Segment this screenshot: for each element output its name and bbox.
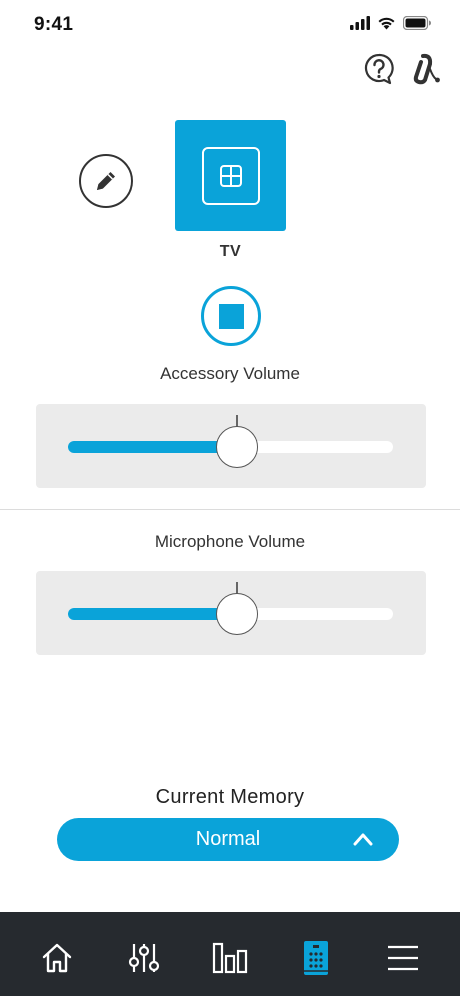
microphone-volume-fill bbox=[68, 608, 237, 620]
help-button[interactable] bbox=[362, 52, 396, 86]
program-tile-frame bbox=[201, 146, 260, 205]
microphone-volume-panel bbox=[36, 571, 426, 655]
section-divider bbox=[0, 509, 460, 510]
pencil-icon bbox=[97, 172, 115, 190]
program-name: TV bbox=[219, 243, 242, 260]
tab-home[interactable] bbox=[33, 934, 81, 982]
current-memory-title: Current Memory bbox=[155, 786, 305, 808]
accessory-volume-fill bbox=[68, 441, 237, 453]
tab-statistics[interactable] bbox=[206, 934, 254, 982]
wifi-icon bbox=[378, 17, 395, 30]
microphone-volume-thumb[interactable] bbox=[216, 593, 258, 635]
help-icon bbox=[364, 53, 394, 85]
statistics-icon bbox=[212, 942, 248, 974]
battery-icon bbox=[403, 16, 431, 30]
bottom-tab-bar bbox=[0, 912, 460, 996]
menu-icon bbox=[387, 945, 418, 971]
stop-icon bbox=[218, 303, 244, 329]
hearing-aid-icon bbox=[413, 53, 440, 85]
status-bar: 9:41 bbox=[0, 0, 460, 50]
tab-menu[interactable] bbox=[379, 934, 427, 982]
memory-selected-value: Normal bbox=[195, 828, 261, 850]
program-tile[interactable] bbox=[175, 120, 286, 231]
cellular-signal-icon bbox=[350, 16, 370, 30]
status-icons bbox=[350, 16, 432, 30]
stop-streaming-button[interactable] bbox=[201, 286, 261, 346]
memory-selector[interactable]: Normal bbox=[57, 818, 399, 861]
edit-program-button[interactable] bbox=[79, 154, 133, 208]
accessory-volume-label: Accessory Volume bbox=[160, 364, 300, 383]
header-actions bbox=[362, 52, 444, 86]
remote-icon bbox=[304, 941, 329, 975]
microphone-volume-label: Microphone Volume bbox=[154, 532, 306, 551]
accessory-volume-thumb[interactable] bbox=[216, 426, 258, 468]
status-time: 9:41 bbox=[34, 14, 74, 35]
tv-streamer-icon bbox=[219, 164, 242, 187]
tab-remote[interactable] bbox=[292, 934, 340, 982]
accessory-volume-panel bbox=[36, 404, 426, 488]
home-icon bbox=[42, 943, 72, 973]
chevron-up-icon bbox=[353, 833, 373, 846]
hearing-aid-button[interactable] bbox=[410, 52, 444, 86]
adjust-sliders-icon bbox=[128, 944, 159, 972]
tab-adjust[interactable] bbox=[120, 934, 168, 982]
